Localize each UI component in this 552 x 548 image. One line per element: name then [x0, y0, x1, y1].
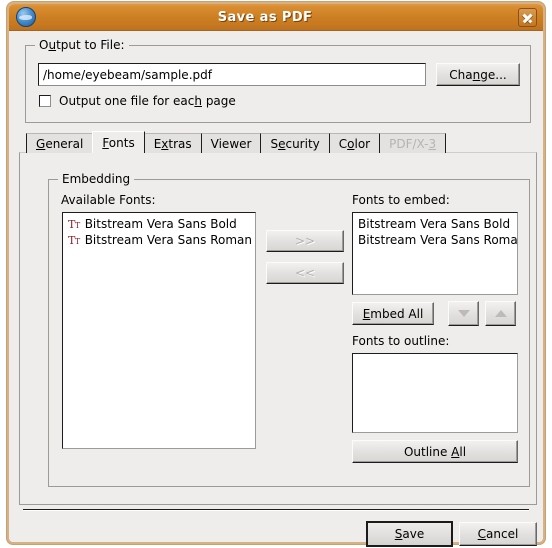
move-right-button: >> — [266, 230, 344, 252]
move-up-button — [485, 301, 516, 326]
tab-strip: General Fonts Extras Viewer Security Col… — [19, 131, 447, 153]
output-path-input[interactable]: /home/eyebeam/sample.pdf — [38, 63, 426, 86]
settings-notebook: General Fonts Extras Viewer Security Col… — [19, 131, 537, 505]
embed-all-label: Embed All — [362, 306, 424, 321]
fonts-tab-page: Embedding Available Fonts: TT Bitstream … — [19, 152, 537, 505]
embedding-group: Embedding Available Fonts: TT Bitstream … — [48, 172, 530, 487]
change-button-label: Change... — [449, 67, 507, 82]
outline-all-button[interactable]: Outline All — [352, 440, 518, 463]
save-button-label: Save — [394, 527, 425, 541]
output-to-file-group: Output to File: /home/eyebeam/sample.pdf… — [25, 38, 531, 123]
list-item[interactable]: Bitstream Vera Sans Roman — [355, 232, 518, 248]
tab-extras[interactable]: Extras — [143, 133, 202, 153]
embed-all-button[interactable]: Embed All — [352, 302, 434, 325]
tab-viewer-label: Viewer — [210, 136, 252, 151]
tab-general[interactable]: General — [26, 133, 94, 153]
output-path-value: /home/eyebeam/sample.pdf — [43, 67, 212, 82]
tab-color-label: Color — [338, 136, 371, 151]
tab-security[interactable]: Security — [260, 133, 330, 153]
fonts-to-outline-label: Fonts to outline: — [352, 334, 450, 348]
cancel-button-label: Cancel — [477, 527, 519, 541]
cancel-button[interactable]: Cancel — [459, 522, 537, 546]
embedding-legend: Embedding — [58, 172, 135, 186]
tab-extras-label: Extras — [153, 136, 192, 151]
fonts-to-embed-label: Fonts to embed: — [352, 193, 450, 207]
save-button[interactable]: Save — [366, 521, 453, 547]
fonts-to-embed-list[interactable]: Bitstream Vera Sans Bold Bitstream Vera … — [352, 212, 518, 295]
dialog-client-area: Output to File: /home/eyebeam/sample.pdf… — [9, 31, 543, 547]
tab-general-label: General — [36, 136, 84, 151]
close-icon[interactable] — [518, 7, 537, 27]
available-fonts-label: Available Fonts: — [61, 193, 156, 207]
tab-fonts[interactable]: Fonts — [92, 131, 145, 153]
available-fonts-list[interactable]: TT Bitstream Vera Sans Bold TT Bitstream… — [62, 212, 256, 449]
outline-all-label: Outline All — [403, 444, 467, 459]
output-one-file-row[interactable]: Output one file for each page — [39, 94, 236, 108]
change-button[interactable]: Change... — [436, 63, 520, 86]
list-item[interactable]: TT Bitstream Vera Sans Roman — [65, 232, 253, 248]
tab-color[interactable]: Color — [328, 133, 381, 153]
move-left-label: << — [294, 266, 316, 280]
tab-viewer[interactable]: Viewer — [200, 133, 262, 153]
list-item[interactable]: TT Bitstream Vera Sans Bold — [65, 216, 253, 232]
tab-pdfx3: PDF/X-3 — [379, 133, 447, 153]
footer-separator — [23, 509, 529, 511]
move-down-button — [448, 301, 479, 326]
tab-pdfx3-label: PDF/X-3 — [389, 136, 437, 151]
font-name: Bitstream Vera Sans Roman — [84, 233, 253, 247]
fonts-to-outline-list[interactable] — [352, 353, 518, 433]
list-item[interactable]: Bitstream Vera Sans Bold — [355, 216, 515, 232]
font-name: Bitstream Vera Sans Roman — [358, 233, 518, 247]
truetype-icon: TT — [68, 217, 80, 231]
tab-security-label: Security — [270, 136, 320, 151]
output-one-file-checkbox[interactable] — [39, 95, 51, 107]
output-one-file-label: Output one file for each page — [59, 94, 236, 108]
tab-fonts-label: Fonts — [102, 135, 135, 150]
move-right-label: >> — [294, 234, 316, 248]
truetype-icon: TT — [68, 233, 80, 247]
save-as-pdf-dialog: Save as PDF Output to File: /home/eyebea… — [7, 2, 545, 547]
move-left-button: << — [266, 262, 344, 284]
down-arrow-icon — [457, 310, 470, 317]
font-name: Bitstream Vera Sans Bold — [84, 217, 237, 231]
globe-icon — [16, 7, 36, 27]
output-to-file-legend: Output to File: — [35, 38, 129, 52]
up-arrow-icon — [494, 310, 507, 317]
window-title: Save as PDF — [217, 9, 313, 25]
title-bar[interactable]: Save as PDF — [9, 4, 543, 31]
font-name: Bitstream Vera Sans Bold — [358, 217, 511, 231]
